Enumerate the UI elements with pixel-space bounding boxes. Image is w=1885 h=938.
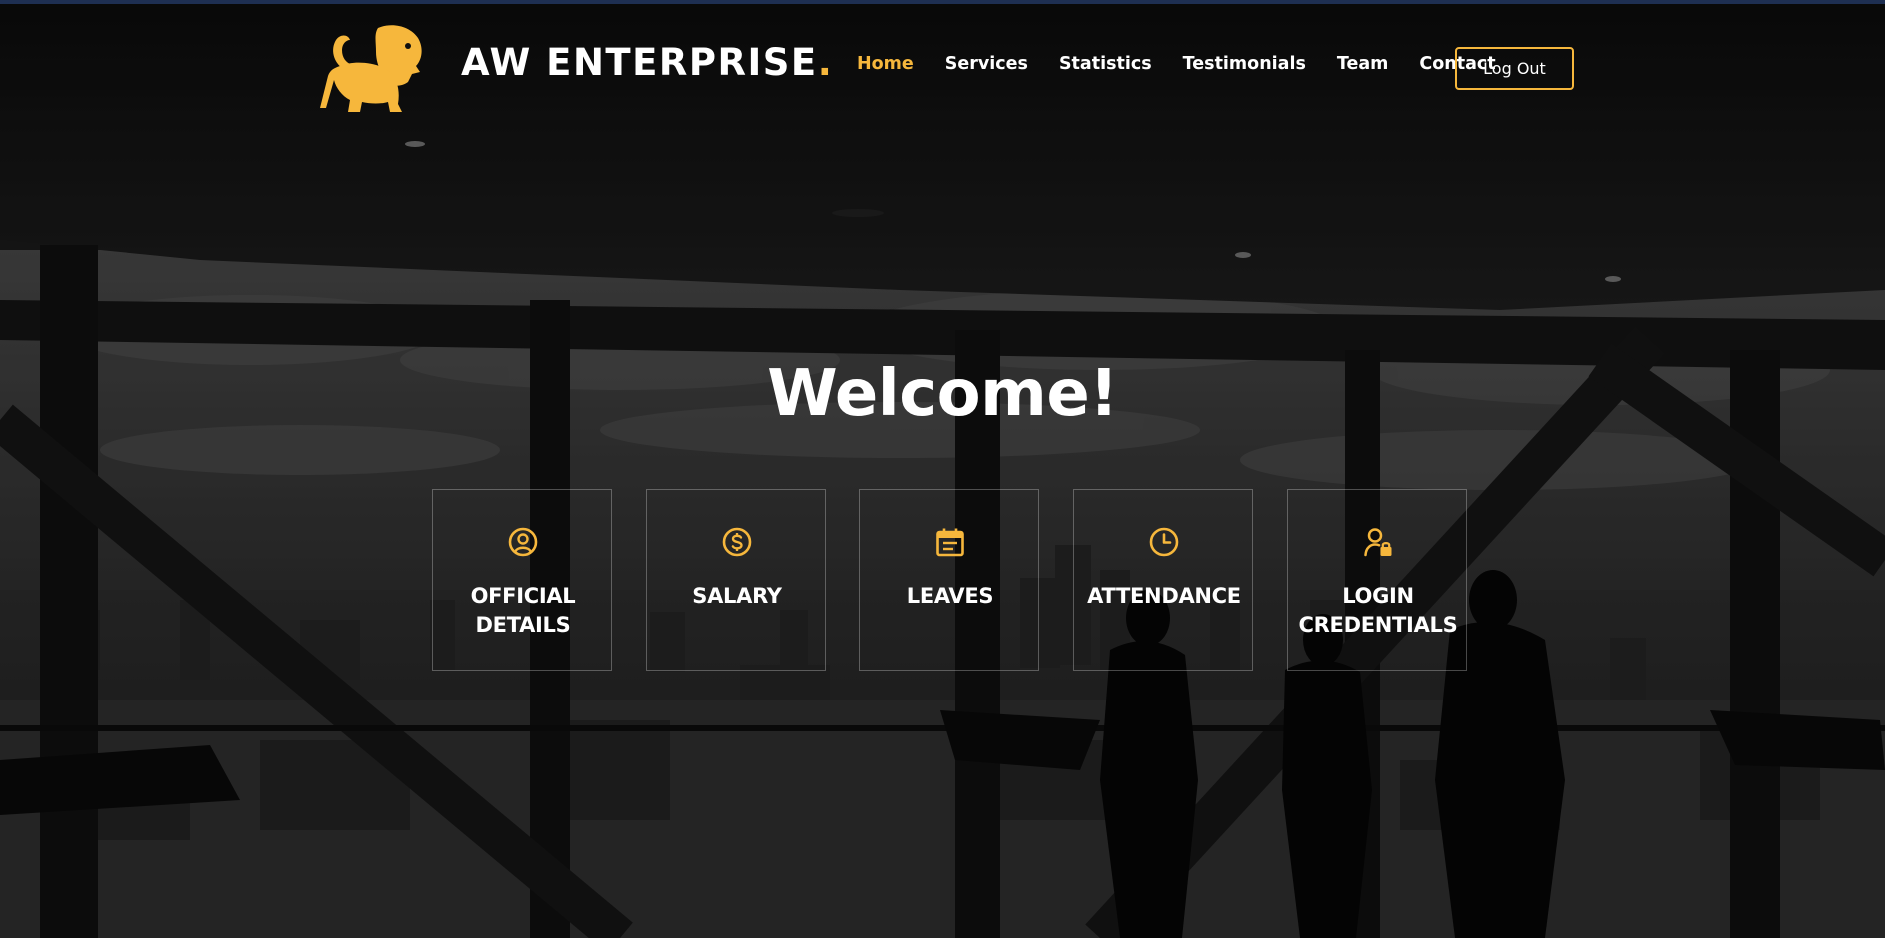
user-lock-icon (1364, 528, 1392, 557)
brand-name[interactable]: AW ENTERPRISE. (461, 44, 833, 81)
landing-page: AW ENTERPRISE. Home Services Statistics … (0, 0, 1885, 938)
feature-cards: OFFICIAL DETAILS SALARY LEAVES ATTENDANC… (432, 489, 1467, 671)
background-image (0, 0, 1885, 938)
nav-services[interactable]: Services (945, 55, 1028, 74)
brand-dot: . (817, 41, 834, 84)
card-attendance[interactable]: ATTENDANCE (1073, 489, 1253, 671)
welcome-heading: Welcome! (767, 357, 1118, 431)
card-label: SALARY (692, 584, 782, 608)
nav-statistics[interactable]: Statistics (1059, 55, 1152, 74)
card-label: ATTENDANCE (1087, 584, 1241, 608)
clock-icon (1149, 527, 1179, 557)
calendar-icon (936, 528, 964, 557)
nav-testimonials[interactable]: Testimonials (1183, 55, 1306, 74)
nav-team[interactable]: Team (1337, 55, 1389, 74)
main-nav: Home Services Statistics Testimonials Te… (857, 55, 1527, 74)
top-accent-strip (0, 0, 1885, 4)
card-official-details[interactable]: OFFICIAL DETAILS (432, 489, 612, 671)
card-label: LEAVES (906, 584, 994, 608)
logout-button[interactable]: Log Out (1455, 47, 1574, 90)
card-label: LOGIN CREDENTIALS (1298, 584, 1458, 637)
lion-icon[interactable] (320, 22, 426, 114)
card-login-credentials[interactable]: LOGIN CREDENTIALS (1287, 489, 1467, 671)
brand-text: AW ENTERPRISE (461, 41, 818, 84)
nav-home[interactable]: Home (857, 55, 914, 74)
user-circle-icon (508, 527, 538, 557)
card-leaves[interactable]: LEAVES (859, 489, 1039, 671)
card-salary[interactable]: SALARY (646, 489, 826, 671)
dollar-circle-icon (722, 527, 752, 557)
card-label: OFFICIAL DETAILS (470, 584, 576, 637)
